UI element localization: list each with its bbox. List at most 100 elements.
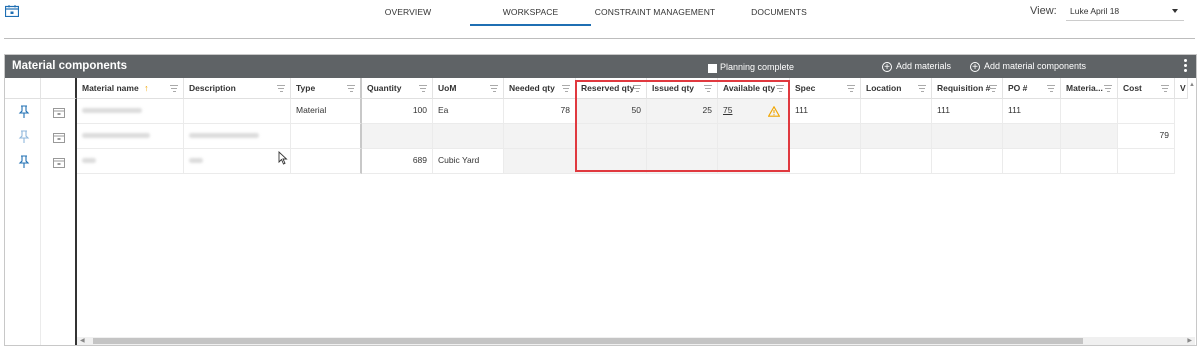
- filter-icon[interactable]: [419, 85, 427, 94]
- cell-material[interactable]: [1061, 124, 1118, 149]
- pin-icon[interactable]: [18, 155, 30, 169]
- horizontal-scrollbar[interactable]: ◀ ▶: [77, 337, 1195, 345]
- filter-icon[interactable]: [490, 85, 498, 94]
- cell-needed-qty[interactable]: [504, 149, 576, 174]
- filter-icon[interactable]: [170, 85, 178, 94]
- cell-needed-qty[interactable]: 78: [504, 99, 576, 124]
- column-header-spec[interactable]: Spec: [790, 78, 861, 99]
- redacted-text: [189, 158, 203, 163]
- cell-quantity[interactable]: [362, 124, 433, 149]
- more-options-icon[interactable]: [1184, 59, 1188, 74]
- planning-complete-checkbox[interactable]: [708, 64, 717, 73]
- column-header-po[interactable]: PO #: [1003, 78, 1061, 99]
- add-material-components-button[interactable]: + Add material components: [970, 60, 1086, 74]
- calendar-icon[interactable]: [53, 131, 65, 145]
- column-label: Needed qty: [509, 83, 555, 93]
- cell-cost[interactable]: [1118, 99, 1175, 124]
- filter-icon[interactable]: [347, 85, 355, 94]
- column-header-location[interactable]: Location: [861, 78, 932, 99]
- filter-icon[interactable]: [1104, 85, 1112, 94]
- column-header-cost[interactable]: Cost: [1118, 78, 1175, 99]
- column-header-uom[interactable]: UoM: [433, 78, 504, 99]
- cell-cost[interactable]: [1118, 149, 1175, 174]
- calendar-icon[interactable]: [53, 156, 65, 170]
- cell-location[interactable]: [861, 99, 932, 124]
- column-label: Cost: [1123, 83, 1142, 93]
- column-header-material-name[interactable]: Material name ↑: [77, 78, 184, 99]
- cell-material[interactable]: [1061, 149, 1118, 174]
- column-label: PO #: [1008, 83, 1028, 93]
- scroll-left-icon[interactable]: ◀: [80, 337, 85, 345]
- scroll-up-icon[interactable]: ▲: [1189, 82, 1195, 88]
- cell-needed-qty[interactable]: [504, 124, 576, 149]
- cell-type[interactable]: [291, 124, 362, 149]
- planning-complete-label: Planning complete: [720, 62, 795, 72]
- filter-icon[interactable]: [1161, 85, 1169, 94]
- cell-type[interactable]: [291, 149, 362, 174]
- sort-ascending-icon: ↑: [144, 83, 149, 93]
- calendar-icon[interactable]: [53, 106, 65, 120]
- calendar-icon[interactable]: [5, 5, 19, 17]
- cell-description[interactable]: [184, 149, 291, 174]
- pin-icon[interactable]: [18, 130, 30, 144]
- cell-type[interactable]: Material: [291, 99, 362, 124]
- column-header-material[interactable]: Materia...: [1061, 78, 1118, 99]
- tab-constraint-management[interactable]: CONSTRAINT MANAGEMENT: [594, 0, 716, 24]
- cell-material-name[interactable]: [77, 124, 184, 149]
- cell-uom[interactable]: Ea: [433, 99, 504, 124]
- add-circle-icon: +: [970, 61, 980, 72]
- panel-header: Material components Planning complete + A…: [5, 55, 1196, 78]
- cell-spec[interactable]: 111: [790, 99, 861, 124]
- column-header-quantity[interactable]: Quantity: [362, 78, 433, 99]
- column-label: Location: [866, 83, 902, 93]
- column-header-description[interactable]: Description: [184, 78, 291, 99]
- cell-uom[interactable]: [433, 124, 504, 149]
- tab-overview[interactable]: OVERVIEW: [380, 0, 436, 24]
- cell-requisition[interactable]: [932, 149, 1003, 174]
- cell-description[interactable]: [184, 124, 291, 149]
- column-label: Materia...: [1066, 83, 1103, 93]
- cell-spec[interactable]: [790, 124, 861, 149]
- column-header-type[interactable]: Type: [291, 78, 362, 99]
- horizontal-scrollbar-thumb[interactable]: [93, 338, 1083, 344]
- column-label: Material name: [82, 83, 139, 93]
- cell-requisition[interactable]: [932, 124, 1003, 149]
- top-nav-bar: OVERVIEW WORKSPACE CONSTRAINT MANAGEMENT…: [0, 0, 1199, 26]
- cell-po[interactable]: [1003, 149, 1061, 174]
- filter-icon[interactable]: [277, 85, 285, 94]
- cell-quantity[interactable]: 689: [362, 149, 433, 174]
- filter-icon[interactable]: [1047, 85, 1055, 94]
- cell-uom[interactable]: Cubic Yard: [433, 149, 504, 174]
- cell-location[interactable]: [861, 149, 932, 174]
- cell-quantity[interactable]: 100: [362, 99, 433, 124]
- tab-workspace[interactable]: WORKSPACE: [470, 0, 591, 26]
- vertical-scrollbar[interactable]: ▲: [1188, 82, 1195, 332]
- cell-cost[interactable]: 79: [1118, 124, 1175, 149]
- redacted-text: [82, 108, 142, 113]
- cell-po[interactable]: [1003, 124, 1061, 149]
- filter-icon[interactable]: [847, 85, 855, 94]
- view-select[interactable]: Luke April 18: [1066, 2, 1184, 21]
- filter-icon[interactable]: [918, 85, 926, 94]
- tab-documents[interactable]: DOCUMENTS: [748, 0, 810, 24]
- cell-po[interactable]: 111: [1003, 99, 1061, 124]
- column-header-requisition[interactable]: Requisition #: [932, 78, 1003, 99]
- filter-icon[interactable]: [989, 85, 997, 94]
- cell-spec[interactable]: [790, 149, 861, 174]
- cell-description[interactable]: [184, 99, 291, 124]
- cell-material[interactable]: [1061, 99, 1118, 124]
- column-header-needed-qty[interactable]: Needed qty: [504, 78, 576, 99]
- cell-location[interactable]: [861, 124, 932, 149]
- cell-requisition[interactable]: 111: [932, 99, 1003, 124]
- column-header-v[interactable]: V: [1175, 78, 1188, 99]
- filter-icon[interactable]: [562, 85, 570, 94]
- panel-title: Material components: [12, 60, 128, 72]
- scroll-right-icon[interactable]: ▶: [1187, 337, 1192, 345]
- column-label: Spec: [795, 83, 816, 93]
- cell-material-name[interactable]: [77, 99, 184, 124]
- view-select-value: Luke April 18: [1070, 6, 1120, 16]
- add-materials-button[interactable]: + Add materials: [882, 60, 951, 74]
- add-material-components-label: Add material components: [984, 61, 1087, 71]
- pin-icon[interactable]: [18, 105, 30, 119]
- cell-material-name[interactable]: [77, 149, 184, 174]
